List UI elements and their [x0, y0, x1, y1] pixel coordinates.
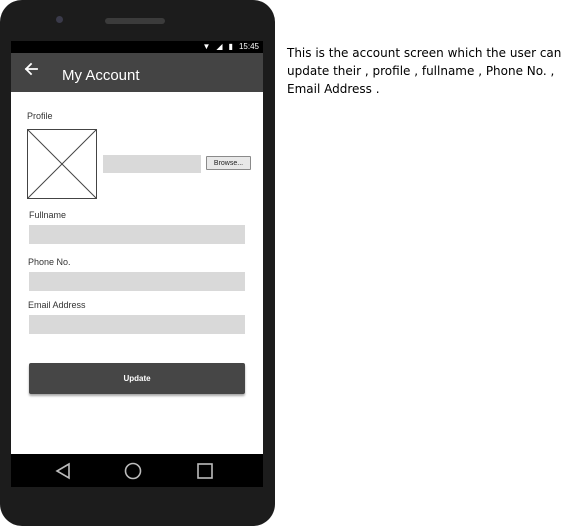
fullname-label: Fullname: [29, 210, 67, 220]
back-arrow-icon[interactable]: [23, 61, 39, 77]
wifi-icon: ▼: [202, 42, 211, 51]
back-triangle-icon[interactable]: [54, 462, 72, 480]
email-input[interactable]: [29, 315, 245, 334]
email-label: Email Address: [28, 300, 86, 310]
profile-file-field[interactable]: [103, 155, 201, 173]
fullname-input[interactable]: [29, 225, 245, 244]
signal-icon: ◢: [216, 42, 223, 51]
screen-description: This is the account screen which the use…: [287, 46, 562, 96]
speaker-grille: [105, 18, 165, 24]
profile-image-placeholder: [27, 129, 97, 199]
status-time: 15:45: [238, 42, 259, 51]
home-circle-icon[interactable]: [124, 462, 142, 480]
battery-icon: ▮: [228, 42, 233, 51]
status-bar: ▼ ◢ ▮ 15:45: [11, 41, 263, 53]
phone-screen: ▼ ◢ ▮ 15:45 My Account Profile Browse...…: [11, 41, 263, 454]
system-nav-bar: [11, 454, 263, 487]
app-bar: My Account: [11, 53, 263, 92]
phone-frame: ▼ ◢ ▮ 15:45 My Account Profile Browse...…: [0, 0, 275, 526]
page-title: My Account: [62, 67, 140, 84]
browse-button[interactable]: Browse...: [206, 156, 251, 170]
phone-input[interactable]: [29, 272, 245, 291]
phone-label: Phone No.: [28, 257, 71, 267]
profile-label: Profile: [27, 111, 53, 121]
recents-square-icon[interactable]: [196, 462, 214, 480]
update-button[interactable]: Update: [29, 363, 245, 394]
camera: [56, 16, 63, 23]
